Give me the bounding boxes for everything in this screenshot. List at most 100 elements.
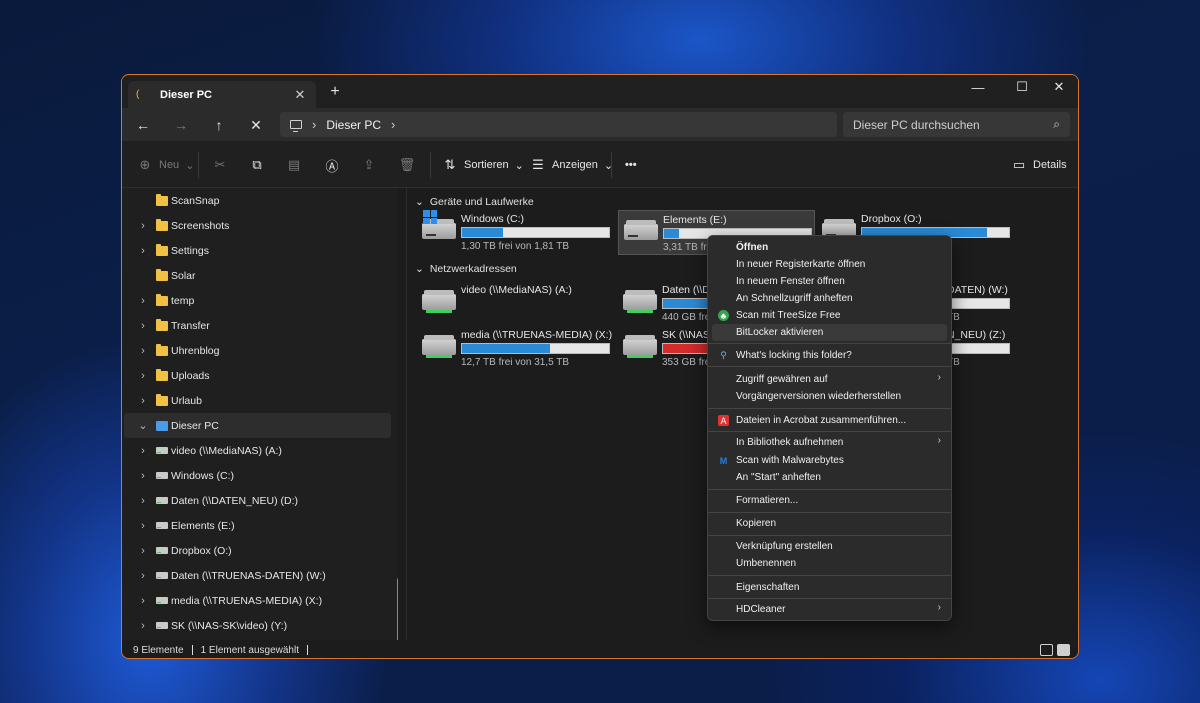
drive-tile-c[interactable]: Windows (C:) 1,30 TB frei von 1,81 TB <box>417 210 614 255</box>
delete-button[interactable]: 🗑 <box>399 154 416 176</box>
folder-icon <box>156 368 168 381</box>
details-view-button[interactable] <box>1040 644 1053 656</box>
menu-item-hdcleaner[interactable]: HDCleaner › <box>712 601 947 618</box>
expand-chevron-icon[interactable]: › <box>136 320 150 332</box>
expand-chevron-icon[interactable]: › <box>136 445 150 457</box>
more-options-button[interactable]: ••• <box>625 154 637 176</box>
navigation-pane[interactable]: ScanSnap › Screenshots › Settings Solar … <box>122 188 398 640</box>
menu-item-format[interactable]: Formatieren... <box>712 492 947 509</box>
sidebar-item-drive-w[interactable]: › Daten (\\TRUENAS-DATEN) (W:) <box>124 563 391 588</box>
tiles-view-button[interactable] <box>1057 644 1070 656</box>
breadcrumb-separator[interactable]: › <box>312 117 316 132</box>
paste-button[interactable]: ▤ <box>286 154 302 176</box>
new-tab-button[interactable]: + <box>328 84 342 100</box>
expand-chevron-icon[interactable]: › <box>136 345 150 357</box>
menu-item-create-shortcut[interactable]: Verknüpfung erstellen <box>712 538 947 555</box>
expand-chevron-icon[interactable]: › <box>136 470 150 482</box>
share-button[interactable]: ⇪ <box>361 154 377 176</box>
group-header-devices[interactable]: ⌄ Geräte und Laufwerke <box>415 196 534 208</box>
sidebar-item-drive-d[interactable]: › Daten (\\DATEN_NEU) (D:) <box>124 488 391 513</box>
menu-item-whats-locking[interactable]: ⚲ What's locking this folder? <box>712 347 947 364</box>
breadcrumb-separator[interactable]: › <box>391 117 395 132</box>
sidebar-item-label: ScanSnap <box>171 194 220 207</box>
expand-chevron-icon[interactable]: › <box>136 545 150 557</box>
menu-item-bitlocker[interactable]: BitLocker aktivieren <box>712 324 947 341</box>
sidebar-item-drive-x[interactable]: › media (\\TRUENAS-MEDIA) (X:) <box>124 588 391 613</box>
menu-item-grant-access[interactable]: Zugriff gewähren auf › <box>712 371 947 388</box>
menu-item-treesize[interactable]: ♣ Scan mit TreeSize Free <box>712 307 947 324</box>
menu-item-properties[interactable]: Eigenschaften <box>712 579 947 596</box>
tab-dieser-pc[interactable]: ( Dieser PC ✕ <box>128 81 316 108</box>
sort-button[interactable]: ⇅ Sortieren ⌄ <box>442 154 524 176</box>
drive-usage-fill <box>664 229 679 238</box>
stop-refresh-button[interactable]: ✕ <box>245 114 267 136</box>
menu-item-restore-versions[interactable]: Vorgängerversionen wiederherstellen <box>712 388 947 405</box>
expand-chevron-icon[interactable]: › <box>136 245 150 257</box>
menu-item-label: Dateien in Acrobat zusammenführen... <box>736 415 907 426</box>
sidebar-item-solar[interactable]: Solar <box>124 263 391 288</box>
collapse-chevron-icon[interactable]: ⌄ <box>136 419 150 432</box>
expand-chevron-icon[interactable]: › <box>136 295 150 307</box>
new-button[interactable]: ⊕ Neu ⌄ <box>137 154 195 176</box>
sidebar-item-screenshots[interactable]: › Screenshots <box>124 213 391 238</box>
sidebar-item-dieser-pc[interactable]: ⌄ Dieser PC <box>124 413 391 438</box>
sidebar-item-temp[interactable]: › temp <box>124 288 391 313</box>
tab-close-button[interactable]: ✕ <box>292 87 308 103</box>
menu-item-open[interactable]: Öffnen <box>712 239 947 256</box>
sidebar-item-uploads[interactable]: › Uploads <box>124 363 391 388</box>
sidebar-item-settings[interactable]: › Settings <box>124 238 391 263</box>
close-window-button[interactable]: ✕ <box>1040 75 1078 99</box>
menu-item-label: An Schnellzugriff anheften <box>736 293 853 304</box>
expand-chevron-icon[interactable]: › <box>136 495 150 507</box>
drive-name: Elements (E:) <box>663 214 727 226</box>
expand-chevron-icon[interactable]: › <box>136 370 150 382</box>
sidebar-item-drive-y[interactable]: › SK (\\NAS-SK\video) (Y:) <box>124 613 391 638</box>
sidebar-item-uhrenblog[interactable]: › Uhrenblog <box>124 338 391 363</box>
chevron-down-icon: ⌄ <box>415 263 424 275</box>
sidebar-item-drive-e[interactable]: › Elements (E:) <box>124 513 391 538</box>
network-drive-icon <box>156 622 168 629</box>
expand-chevron-icon[interactable]: › <box>136 395 150 407</box>
back-button[interactable]: ← <box>132 114 154 136</box>
chevron-down-icon: ⌄ <box>185 159 195 172</box>
drive-tile-a[interactable]: video (\\MediaNAS) (A:) <box>417 281 614 326</box>
rename-button[interactable]: Ⓐ <box>324 154 340 176</box>
menu-item-rename[interactable]: Umbenennen <box>712 555 947 572</box>
menu-item-open-new-tab[interactable]: In neuer Registerkarte öffnen <box>712 256 947 273</box>
group-header-network[interactable]: ⌄ Netzwerkadressen <box>415 263 517 275</box>
cut-button[interactable]: ✂ <box>212 154 228 176</box>
minimize-button[interactable]: — <box>959 75 997 99</box>
expand-chevron-icon[interactable]: › <box>136 520 150 532</box>
item-count: 9 Elemente <box>133 644 184 656</box>
maximize-button[interactable]: ☐ <box>1003 75 1041 99</box>
menu-item-acrobat-combine[interactable]: A Dateien in Acrobat zusammenführen... <box>712 412 947 429</box>
windows-logo-icon <box>423 210 437 224</box>
address-bar[interactable]: › Dieser PC › <box>280 112 837 137</box>
search-input[interactable]: Dieser PC durchsuchen ⌕ <box>843 112 1070 137</box>
expand-chevron-icon[interactable]: › <box>136 220 150 232</box>
sidebar-item-transfer[interactable]: › Transfer <box>124 313 391 338</box>
menu-item-malwarebytes[interactable]: M Scan with Malwarebytes <box>712 452 947 469</box>
sidebar-item-urlaub[interactable]: › Urlaub <box>124 388 391 413</box>
menu-item-pin-start[interactable]: An "Start" anheften <box>712 469 947 486</box>
menu-item-pin-quick-access[interactable]: An Schnellzugriff anheften <box>712 290 947 307</box>
sidebar-item-drive-c[interactable]: › Windows (C:) <box>124 463 391 488</box>
expand-chevron-icon[interactable]: › <box>136 570 150 582</box>
menu-item-add-to-library[interactable]: In Bibliothek aufnehmen › <box>712 434 947 451</box>
sidebar-item-drive-a[interactable]: › video (\\MediaNAS) (A:) <box>124 438 391 463</box>
expand-chevron-icon[interactable]: › <box>136 595 150 607</box>
menu-item-copy[interactable]: Kopieren <box>712 515 947 532</box>
menu-item-open-new-window[interactable]: In neuem Fenster öffnen <box>712 273 947 290</box>
copy-button[interactable]: ⧉ <box>249 154 265 176</box>
forward-button[interactable]: → <box>170 114 192 136</box>
breadcrumb-dieser-pc[interactable]: Dieser PC <box>326 118 381 132</box>
sidebar-item-drive-o[interactable]: › Dropbox (O:) <box>124 538 391 563</box>
sidebar-scrollbar[interactable] <box>397 578 398 640</box>
up-button[interactable]: ↑ <box>208 114 230 136</box>
drive-tile-x[interactable]: media (\\TRUENAS-MEDIA) (X:) 12,7 TB fre… <box>417 326 614 371</box>
sidebar-item-scansnap[interactable]: ScanSnap <box>124 188 391 213</box>
network-drive-icon <box>156 497 168 504</box>
details-pane-button[interactable]: ▭ Details <box>1011 154 1067 176</box>
view-button[interactable]: ☰ Anzeigen ⌄ <box>530 154 613 176</box>
expand-chevron-icon[interactable]: › <box>136 620 150 632</box>
